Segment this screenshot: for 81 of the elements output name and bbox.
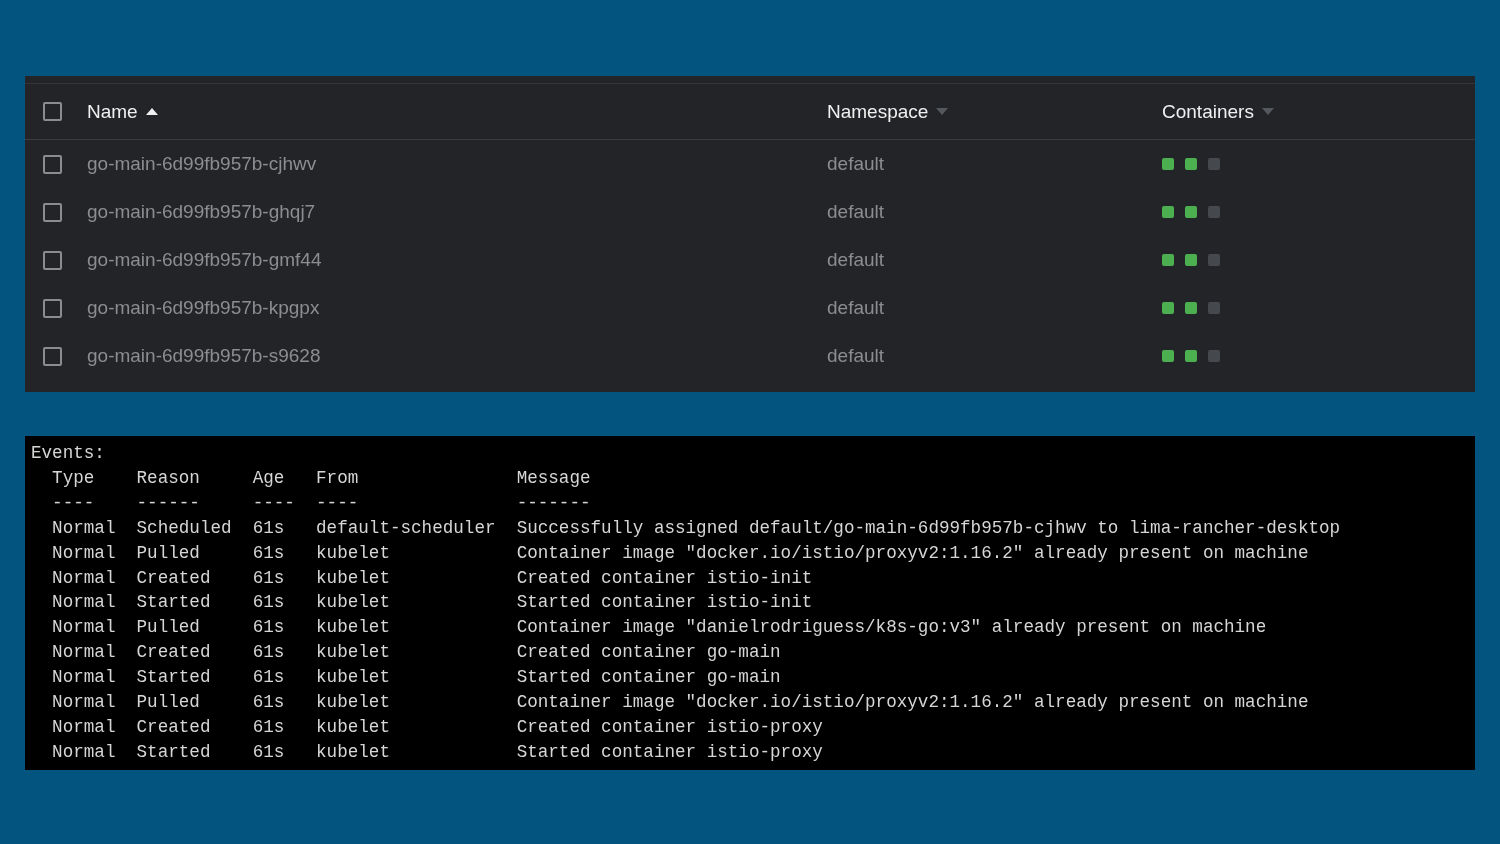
table-cell-text: 61s (252, 715, 286, 739)
table-cell-text: Created container go-main (516, 641, 781, 665)
table-cell-text: Started (136, 591, 212, 615)
table-cell-text: Started (136, 740, 212, 764)
row-checkbox[interactable] (43, 250, 62, 270)
table-cell-text: Started container go-main (516, 666, 781, 690)
table-cell-text: kubelet (316, 641, 391, 665)
table-cell-text: kubelet (316, 591, 391, 615)
table-cell-text: Created container istio-init (516, 566, 813, 590)
table-cell-text: Pulled (136, 541, 201, 565)
table-cell-text: 61s (252, 641, 286, 665)
table-cell-text: Normal (52, 715, 117, 739)
row-checkbox[interactable] (43, 154, 62, 174)
table-cell-text: kubelet (316, 666, 391, 690)
pod-name[interactable]: go-main-6d99fb957b-cjhwv (87, 153, 317, 174)
table-cell-text: 61s (252, 566, 286, 590)
table-cell-text: kubelet (316, 616, 391, 640)
table-cell-text: kubelet (316, 740, 391, 764)
table-cell-text: Normal (52, 566, 117, 590)
table-cell-text: kubelet (316, 691, 391, 715)
namespace-cell: default (827, 153, 885, 174)
table-cell-text: 61s (252, 666, 286, 690)
table-cell-text: Created container istio-proxy (516, 715, 823, 739)
column-header: Reason (136, 466, 201, 490)
table-cell-text: kubelet (316, 566, 391, 590)
sort-ascending-icon[interactable] (145, 108, 158, 115)
column-header[interactable]: Name (87, 100, 138, 123)
table-cell-text: 61s (252, 591, 286, 615)
namespace-cell: default (827, 297, 885, 318)
column-header: Message (516, 466, 591, 490)
pod-name[interactable]: go-main-6d99fb957b-gmf44 (87, 249, 322, 270)
table-cell-text: Created (136, 566, 212, 590)
column-header: From (316, 466, 360, 490)
header-underline: ------- (516, 491, 591, 515)
table-cell-text: Container image "docker.io/istio/proxyv2:1.16.2" already present on machine (516, 691, 1309, 715)
table-cell-text: 61s (252, 516, 286, 540)
table-cell-text: Normal (52, 691, 117, 715)
column-header[interactable]: Containers (1162, 100, 1254, 123)
table-cell-text: Normal (52, 666, 117, 690)
events-heading: Events: (31, 442, 105, 465)
table-cell-text: 61s (252, 740, 286, 764)
table-cell-text: Pulled (136, 691, 201, 715)
row-checkbox[interactable] (43, 202, 62, 222)
table-cell-text: Successfully assigned default/go-main-6d99fb957b-cjhwv to lima-rancher-desktop (516, 516, 1341, 540)
table-cell-text: 61s (252, 616, 286, 640)
table-cell-text: Created (136, 641, 212, 665)
header-underline: ---- (316, 491, 360, 515)
table-cell-text: Pulled (136, 616, 201, 640)
namespace-cell: default (827, 249, 885, 270)
table-cell-text: Normal (52, 541, 117, 565)
table-cell-text: Container image "danielrodriguess/k8s-go:v3" already present on machine (516, 616, 1267, 640)
header-underline: ---- (52, 491, 96, 515)
table-cell-text: kubelet (316, 541, 391, 565)
table-cell-text: kubelet (316, 715, 391, 739)
header-underline: ------ (136, 491, 201, 515)
table-cell-text: default-scheduler (316, 516, 497, 540)
table-cell-text: Started (136, 666, 212, 690)
row-checkbox[interactable] (43, 346, 62, 366)
header-underline: ---- (252, 491, 296, 515)
pod-name[interactable]: go-main-6d99fb957b-kpgpx (87, 297, 320, 318)
pod-name[interactable]: go-main-6d99fb957b-s9628 (87, 345, 321, 366)
table-cell-text: Started container istio-init (516, 591, 813, 615)
row-checkbox[interactable] (43, 298, 62, 318)
table-cell-text: Normal (52, 740, 117, 764)
namespace-cell: default (827, 345, 885, 366)
namespace-cell: default (827, 201, 885, 222)
table-cell-text: Normal (52, 591, 117, 615)
table-cell-text: Normal (52, 516, 117, 540)
column-header[interactable]: Namespace (827, 100, 929, 123)
table-cell-text: Scheduled (136, 516, 233, 540)
pod-name[interactable]: go-main-6d99fb957b-ghqj7 (87, 201, 316, 222)
table-cell-text: Container image "docker.io/istio/proxyv2:1.16.2" already present on machine (516, 541, 1309, 565)
table-cell-text: 61s (252, 541, 286, 565)
table-cell-text: Normal (52, 641, 117, 665)
table-cell-text: Created (136, 715, 212, 739)
column-header: Age (252, 466, 286, 490)
table-cell-text: Started container istio-proxy (516, 740, 823, 764)
table-cell-text: Normal (52, 616, 117, 640)
table-cell-text: 61s (252, 691, 286, 715)
select-all-checkbox[interactable] (43, 102, 62, 121)
column-header: Type (52, 466, 96, 490)
